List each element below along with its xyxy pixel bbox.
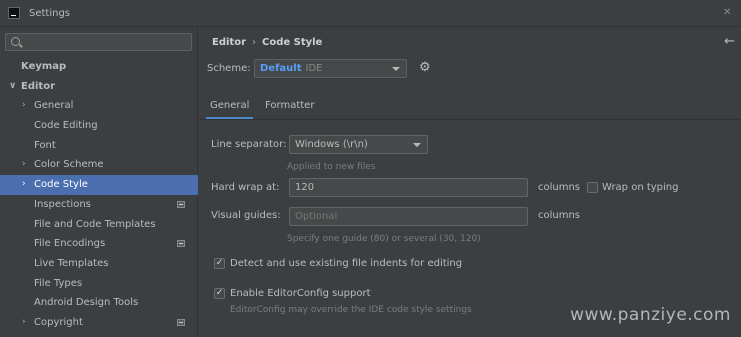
chevron-right-icon[interactable]: › bbox=[22, 175, 26, 195]
settings-sidebar: Keymap ∨ Editor › General Code Editing Font › Co… bbox=[0, 28, 198, 337]
settings-tree: Keymap ∨ Editor › General Code Editing Font › Co… bbox=[0, 57, 198, 333]
editorconfig-checkbox[interactable]: ✓ bbox=[214, 288, 225, 299]
line-separator-label: Line separator: bbox=[211, 139, 287, 150]
sidebar-item-label: File and Code Templates bbox=[34, 218, 156, 230]
sidebar-item-label: Font bbox=[34, 139, 56, 151]
sidebar-item-label: File Types bbox=[34, 277, 83, 289]
chevron-right-icon[interactable]: › bbox=[22, 96, 26, 116]
sidebar-item-keymap[interactable]: Keymap bbox=[0, 57, 198, 77]
watermark: www.panziye.com bbox=[570, 305, 731, 325]
project-scope-icon bbox=[177, 318, 185, 326]
visual-guides-unit: columns bbox=[538, 210, 581, 221]
editorconfig-label[interactable]: Enable EditorConfig support bbox=[230, 288, 371, 299]
title-bar: Settings ✕ bbox=[0, 0, 741, 27]
sidebar-item-inspections[interactable]: Inspections bbox=[0, 195, 198, 215]
sidebar-item-label: Color Scheme bbox=[34, 159, 104, 171]
chevron-down-icon bbox=[392, 67, 400, 71]
sidebar-item-color-scheme[interactable]: › Color Scheme bbox=[0, 155, 198, 175]
settings-main-panel: Editor › Code Style ← Scheme: Default IDE ⚙… bbox=[199, 28, 741, 337]
project-scope-icon bbox=[177, 240, 185, 248]
sidebar-item-file-types[interactable]: File Types bbox=[0, 274, 198, 294]
sidebar-item-label: Android Design Tools bbox=[34, 297, 139, 309]
sidebar-item-label: General bbox=[34, 100, 74, 112]
tab-bar: General Formatter bbox=[199, 96, 741, 120]
sidebar-item-label: Code Style bbox=[34, 179, 88, 191]
sidebar-item-live-templates[interactable]: Live Templates bbox=[0, 254, 198, 274]
visual-guides-label: Visual guides: bbox=[211, 210, 281, 221]
breadcrumb-separator: › bbox=[252, 37, 256, 48]
line-separator-dropdown[interactable]: Windows (\r\n) bbox=[289, 135, 428, 154]
breadcrumb-code-style: Code Style bbox=[262, 37, 323, 48]
gear-icon[interactable]: ⚙ bbox=[419, 60, 431, 75]
scheme-value: Default bbox=[260, 63, 302, 74]
sidebar-item-file-and-code-templates[interactable]: File and Code Templates bbox=[0, 215, 198, 235]
sidebar-item-general[interactable]: › General bbox=[0, 96, 198, 116]
wrap-on-typing-label[interactable]: Wrap on typing bbox=[602, 182, 679, 193]
sidebar-item-label: Copyright bbox=[34, 316, 83, 328]
breadcrumb: Editor › Code Style bbox=[212, 37, 322, 48]
hard-wrap-label: Hard wrap at: bbox=[211, 182, 280, 193]
sidebar-item-label: Inspections bbox=[34, 198, 91, 210]
detect-indents-checkbox[interactable]: ✓ bbox=[214, 258, 225, 269]
sidebar-item-label: Live Templates bbox=[34, 257, 109, 269]
sidebar-item-editor[interactable]: ∨ Editor bbox=[0, 77, 198, 97]
scheme-label: Scheme: bbox=[207, 63, 251, 74]
scheme-ide-suffix: IDE bbox=[305, 63, 323, 74]
sidebar-item-android-design-tools[interactable]: Android Design Tools bbox=[0, 293, 198, 313]
breadcrumb-editor[interactable]: Editor bbox=[212, 37, 246, 48]
window-title: Settings bbox=[29, 7, 71, 19]
detect-indents-label[interactable]: Detect and use existing file indents for… bbox=[230, 258, 462, 269]
settings-search-input[interactable] bbox=[5, 33, 192, 51]
intellij-logo-icon bbox=[8, 7, 20, 19]
hard-wrap-unit: columns bbox=[538, 182, 581, 193]
line-separator-hint: Applied to new files bbox=[287, 162, 376, 172]
sidebar-item-code-style[interactable]: › Code Style bbox=[0, 175, 198, 195]
chevron-down-icon bbox=[413, 143, 421, 147]
visual-guides-input[interactable]: Optional bbox=[289, 207, 528, 226]
sidebar-item-label: Code Editing bbox=[34, 120, 98, 132]
project-scope-icon bbox=[177, 200, 185, 208]
chevron-down-icon[interactable]: ∨ bbox=[9, 77, 16, 97]
scheme-dropdown[interactable]: Default IDE bbox=[254, 59, 407, 78]
sidebar-item-label: Editor bbox=[21, 80, 55, 92]
hard-wrap-input[interactable]: 120 bbox=[289, 178, 528, 197]
sidebar-item-code-editing[interactable]: Code Editing bbox=[0, 116, 198, 136]
line-separator-value: Windows (\r\n) bbox=[295, 139, 368, 150]
sidebar-item-copyright[interactable]: › Copyright bbox=[0, 313, 198, 333]
close-window-icon[interactable]: ✕ bbox=[723, 7, 735, 19]
tab-formatter[interactable]: Formatter bbox=[265, 100, 314, 111]
chevron-right-icon[interactable]: › bbox=[22, 155, 26, 175]
visual-guides-hint: Specify one guide (80) or several (30, 1… bbox=[287, 234, 481, 244]
wrap-on-typing-checkbox[interactable] bbox=[587, 182, 598, 193]
chevron-right-icon[interactable]: › bbox=[22, 313, 26, 333]
back-arrow-icon[interactable]: ← bbox=[724, 34, 735, 49]
editorconfig-hint: EditorConfig may override the IDE code s… bbox=[230, 305, 472, 315]
sidebar-item-font[interactable]: Font bbox=[0, 136, 198, 156]
tab-general[interactable]: General bbox=[205, 100, 254, 119]
sidebar-item-file-encodings[interactable]: File Encodings bbox=[0, 234, 198, 254]
search-icon bbox=[11, 37, 20, 46]
sidebar-item-label: File Encodings bbox=[34, 238, 106, 250]
sidebar-item-label: Keymap bbox=[21, 61, 67, 72]
